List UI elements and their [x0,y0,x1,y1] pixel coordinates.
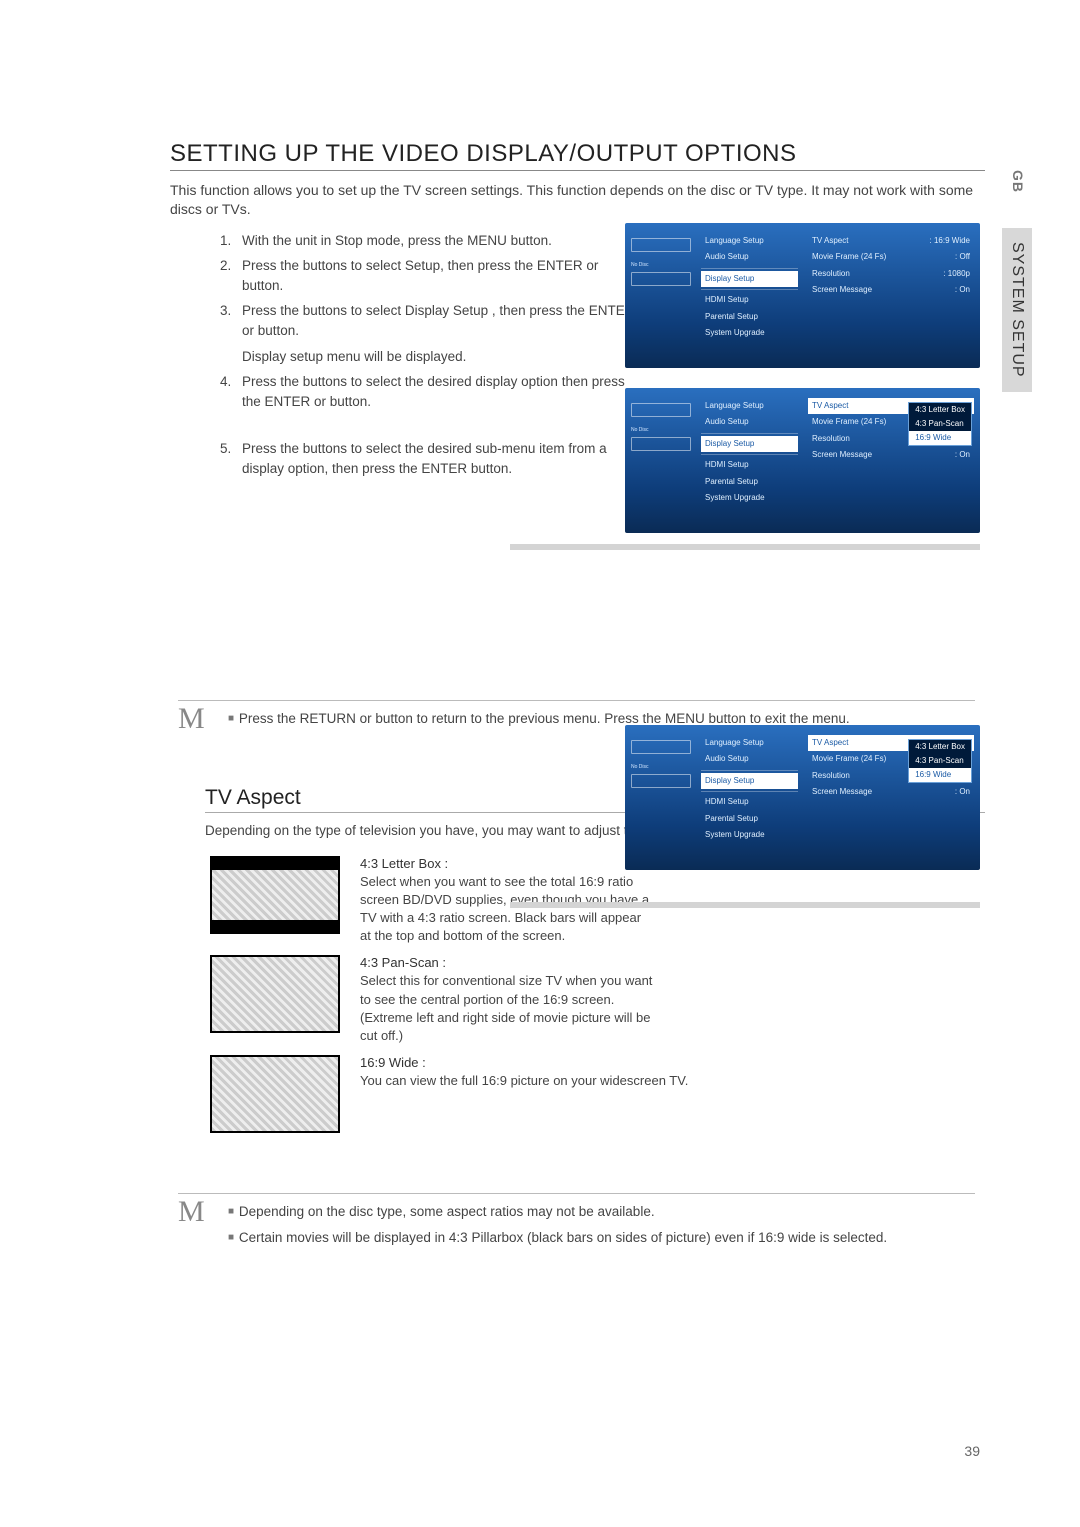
no-disc-label: No Disc [631,262,691,268]
intro-text: This function allows you to set up the T… [170,181,985,219]
step-5: Press the buttons to select the desired … [242,439,640,478]
step-2: Press the buttons to select Setup, then … [242,256,640,295]
step-1: With the unit in Stop mode, press the ME… [242,231,640,251]
wide-title: 16:9 Wide : [360,1055,688,1070]
step-3: Press the buttons to select Display Setu… [242,301,640,340]
menu-hdmi: HDMI Setup [701,292,798,308]
note-2a: Depending on the disc type, some aspect … [228,1202,887,1222]
menu-audio: Audio Setup [701,249,798,265]
page-title: SETTING UP THE VIDEO DISPLAY/OUTPUT OPTI… [170,140,985,171]
osd-screenshot-1: No Disc Language Setup Audio Setup Displ… [625,223,980,368]
aspect-wide-row: 16:9 Wide : You can view the full 16:9 p… [210,1055,985,1133]
menu-upgrade: System Upgrade [701,325,798,341]
note-icon: M [178,705,208,732]
letterbox-title: 4:3 Letter Box : [360,856,655,871]
step-3-sub: Display setup menu will be displayed. [242,347,640,367]
thumb-wide [210,1055,340,1133]
step-4: Press the buttons to select the desired … [242,372,640,411]
tab-gb: GB [1002,160,1032,203]
menu-display: Display Setup [701,271,798,287]
page-number: 39 [964,1443,980,1459]
wide-body: You can view the full 16:9 picture on yo… [360,1072,688,1090]
osd-screenshot-3: No Disc Language Setup Audio Setup Displ… [625,725,980,870]
note-2b: Certain movies will be displayed in 4:3 … [228,1228,887,1248]
panscan-title: 4:3 Pan-Scan : [360,955,655,970]
aspect-panscan-row: 4:3 Pan-Scan : Select this for conventio… [210,955,985,1045]
note-2: M Depending on the disc type, some aspec… [178,1193,975,1255]
osd-screenshot-2: No Disc Language Setup Audio Setup Displ… [625,388,980,533]
menu-parental: Parental Setup [701,309,798,325]
underbar-3 [510,902,980,908]
underbar-1 [510,544,980,550]
no-disc-label-2: No Disc [631,427,691,433]
panscan-body: Select this for conventional size TV whe… [360,972,655,1045]
thumb-panscan [210,955,340,1033]
tab-section: SYSTEM SETUP [1002,228,1032,392]
letterbox-body: Select when you want to see the total 16… [360,873,655,946]
steps-list: 1.With the unit in Stop mode, press the … [220,231,640,479]
note-icon-2: M [178,1198,208,1225]
thumb-letterbox [210,856,340,934]
menu-language: Language Setup [701,233,798,249]
side-tabs: GB SYSTEM SETUP [1002,160,1032,392]
